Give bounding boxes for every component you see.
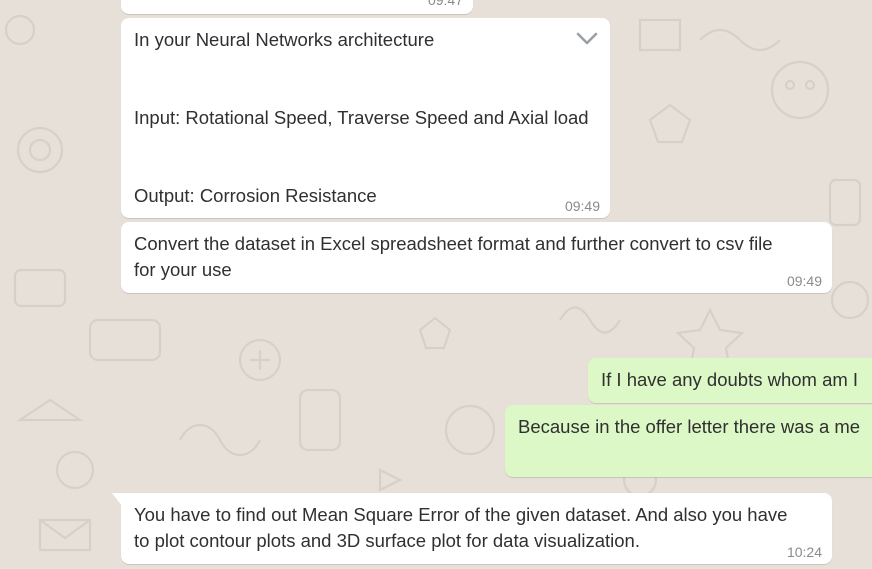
message-text-line: Convert the dataset in Excel spreadsheet… [134, 233, 773, 254]
message-bubble-outgoing[interactable]: Because in the offer letter there was a … [505, 405, 872, 477]
message-text-line: In your Neural Networks architecture [134, 29, 435, 50]
message-time: 09:47 [427, 0, 463, 8]
message-bubble-incoming[interactable]: You have to find out Mean Square Error o… [121, 493, 832, 564]
message-text-line: to plot contour plots and 3D surface plo… [134, 530, 640, 551]
message-time: 09:49 [564, 198, 600, 214]
message-time: 10:24 [786, 544, 822, 560]
message-text-line: Output: Corrosion Resistance [134, 185, 377, 206]
chevron-down-icon[interactable] [574, 28, 600, 48]
message-text-line: Input: Rotational Speed, Traverse Speed … [134, 107, 589, 128]
message-bubble-incoming[interactable]: In your Neural Networks architecture Inp… [121, 18, 610, 218]
message-bubble-outgoing[interactable]: If I have any doubts whom am I [588, 358, 872, 403]
message-text-line: for your use [134, 259, 232, 280]
message-bubble-incoming[interactable]: Convert the dataset in Excel spreadsheet… [121, 222, 832, 293]
message-time: 09:49 [786, 273, 822, 289]
message-text-line: You have to find out Mean Square Error o… [134, 504, 788, 525]
message-text-line: Because in the offer letter there was a … [518, 416, 861, 437]
message-text-line: If I have any doubts whom am I [601, 369, 859, 390]
message-bubble-incoming[interactable]: 09:47 [121, 0, 473, 14]
